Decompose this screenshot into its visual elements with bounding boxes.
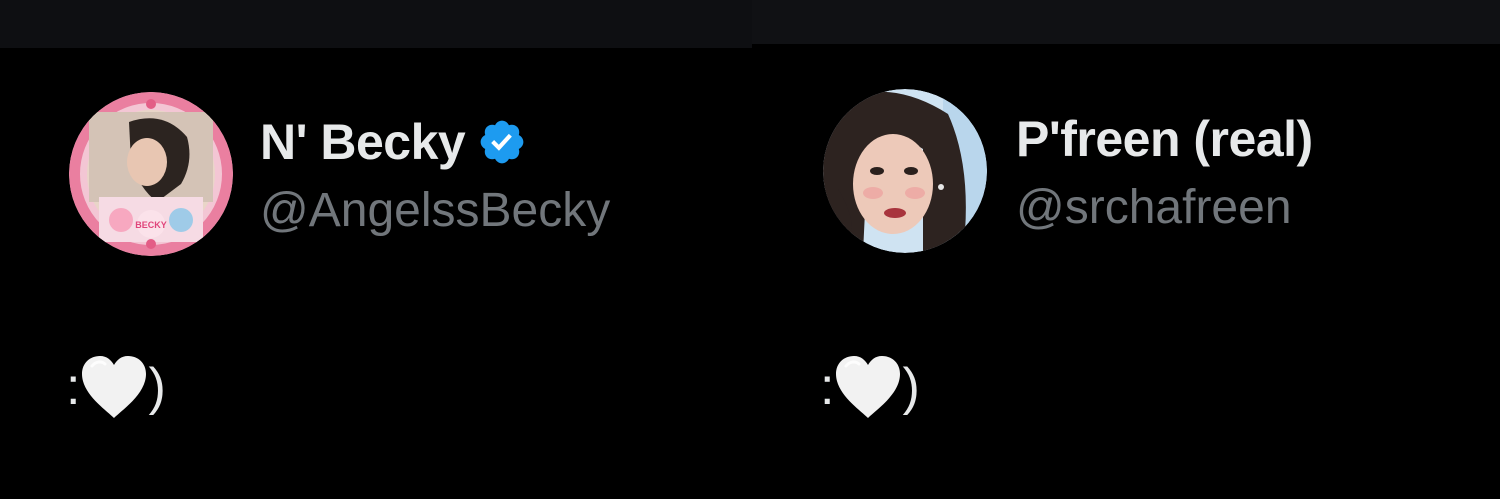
white-heart-icon (76, 352, 152, 422)
avatar[interactable] (823, 89, 987, 253)
avatar[interactable]: BECKY (69, 92, 233, 256)
display-name[interactable]: N' Becky (260, 112, 466, 172)
tweet-text: : ) (820, 352, 920, 422)
tweet-text-suffix: ) (902, 358, 920, 416)
handle[interactable]: @AngelssBecky (260, 182, 610, 240)
name-row: P'freen (real) (1016, 109, 1313, 169)
svg-text:BECKY: BECKY (135, 220, 167, 230)
tweet-text-suffix: ) (148, 358, 166, 416)
display-name[interactable]: P'freen (real) (1016, 109, 1313, 169)
handle[interactable]: @srchafreen (1016, 179, 1292, 237)
tweet-card-becky[interactable]: BECKY N' Becky @AngelssBecky : ) (0, 0, 752, 499)
tweet-card-freen[interactable]: P'freen (real) @srchafreen : ) (752, 0, 1500, 499)
verified-badge-icon (477, 117, 527, 167)
name-row: N' Becky (260, 112, 527, 172)
tweet-text: : ) (66, 352, 166, 422)
white-heart-icon (830, 352, 906, 422)
